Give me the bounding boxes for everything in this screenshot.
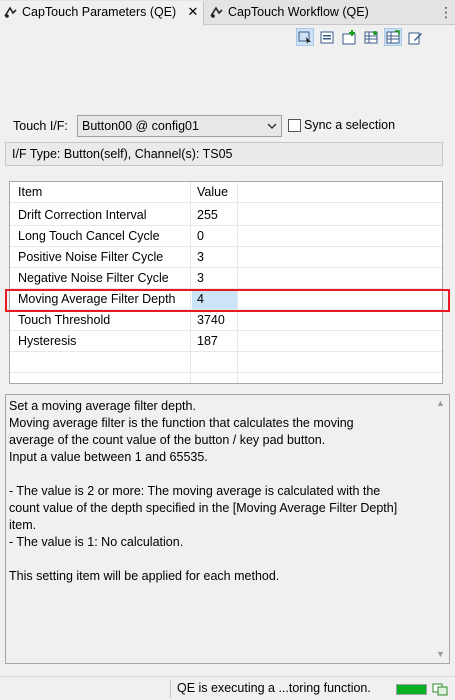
view-toolbar — [0, 28, 455, 48]
scroll-down-icon[interactable]: ▼ — [436, 650, 445, 659]
description-line — [9, 466, 431, 483]
row-item: Touch Threshold — [18, 313, 111, 327]
vertical-scrollbar[interactable]: ▲ ▼ — [433, 396, 448, 662]
highlight-box — [5, 289, 450, 312]
table-row[interactable]: Hysteresis 187 — [10, 331, 442, 352]
scroll-up-icon[interactable]: ▲ — [436, 399, 445, 408]
description-line: Set a moving average filter depth. — [9, 399, 196, 413]
table-row[interactable]: Drift Correction Interval 255 — [10, 205, 442, 226]
qe-icon — [4, 6, 17, 18]
add-config-icon[interactable] — [340, 28, 358, 46]
table-row-empty — [10, 352, 442, 373]
row-value[interactable]: 3 — [197, 268, 204, 289]
description-text-area[interactable]: Set a moving average filter depth. Movin… — [5, 394, 450, 664]
progress-bar[interactable] — [396, 684, 427, 695]
tab-label: CapTouch Workflow (QE) — [228, 5, 369, 19]
qe-icon — [210, 6, 223, 18]
description-line: This setting item will be applied for ea… — [9, 569, 280, 583]
table-row[interactable]: Negative Noise Filter Cycle 3 — [10, 268, 442, 289]
if-type-info: I/F Type: Button(self), Channel(s): TS05 — [5, 142, 443, 166]
sync-selection-label: Sync a selection — [304, 118, 396, 132]
row-value[interactable]: 3 — [197, 247, 204, 268]
tab-captouch-parameters[interactable]: CapTouch Parameters (QE) ✕ — [0, 1, 204, 26]
description-line — [9, 551, 431, 568]
tab-captouch-workflow[interactable]: CapTouch Workflow (QE) — [206, 1, 382, 25]
status-bar: QE is executing a ...toring function. — [0, 676, 455, 700]
close-icon[interactable]: ✕ — [186, 1, 200, 23]
chevron-down-icon — [267, 123, 277, 129]
tab-label: CapTouch Parameters (QE) — [22, 5, 177, 19]
editor-tab-bar: CapTouch Parameters (QE) ✕ CapTouch Work… — [0, 0, 455, 26]
table-row[interactable]: Positive Noise Filter Cycle 3 — [10, 247, 442, 268]
description-line: - The value is 1: No calculation. — [9, 535, 184, 549]
row-value[interactable]: 187 — [197, 331, 218, 352]
table-row[interactable]: Touch Threshold 3740 — [10, 310, 442, 331]
parameter-table: Item Value Drift Correction Interval 255… — [9, 181, 443, 384]
row-item: Positive Noise Filter Cycle — [18, 250, 164, 264]
row-item: Hysteresis — [18, 334, 77, 348]
row-item: Long Touch Cancel Cycle — [18, 229, 160, 243]
table-row[interactable]: Long Touch Cancel Cycle 0 — [10, 226, 442, 247]
status-text[interactable]: QE is executing a ...toring function. — [177, 681, 371, 695]
table-header: Item Value — [10, 182, 442, 203]
write-icon[interactable] — [406, 28, 424, 46]
row-value[interactable]: 0 — [197, 226, 204, 247]
description-line: average of the count value of the button… — [9, 433, 326, 447]
description-line: count value of the depth specified in th… — [9, 501, 398, 515]
select-icon[interactable] — [296, 28, 314, 46]
row-value[interactable]: 3740 — [197, 310, 225, 331]
row-item: Drift Correction Interval — [18, 208, 147, 222]
touch-if-selected-value: Button00 @ config01 — [82, 119, 199, 133]
list-icon[interactable] — [318, 28, 336, 46]
row-item: Negative Noise Filter Cycle — [18, 271, 169, 285]
row-value[interactable]: 255 — [197, 205, 218, 226]
column-header-item[interactable]: Item — [18, 182, 42, 203]
description-line: Moving average filter is the function th… — [9, 416, 354, 430]
progress-view-icon[interactable] — [432, 682, 448, 696]
description-line: - The value is 2 or more: The moving ave… — [9, 484, 381, 498]
config-table-icon[interactable] — [362, 28, 380, 46]
description-line: Input a value between 1 and 65535. — [9, 450, 208, 464]
touch-if-select[interactable]: Button00 @ config01 — [77, 115, 282, 137]
view-menu-icon[interactable]: ⋮ — [439, 3, 453, 21]
touch-if-label: Touch I/F: — [13, 119, 68, 133]
tuning-icon[interactable] — [384, 28, 402, 46]
description-line: item. — [9, 518, 37, 532]
column-header-value[interactable]: Value — [197, 182, 228, 203]
sync-selection-checkbox[interactable] — [288, 119, 301, 132]
